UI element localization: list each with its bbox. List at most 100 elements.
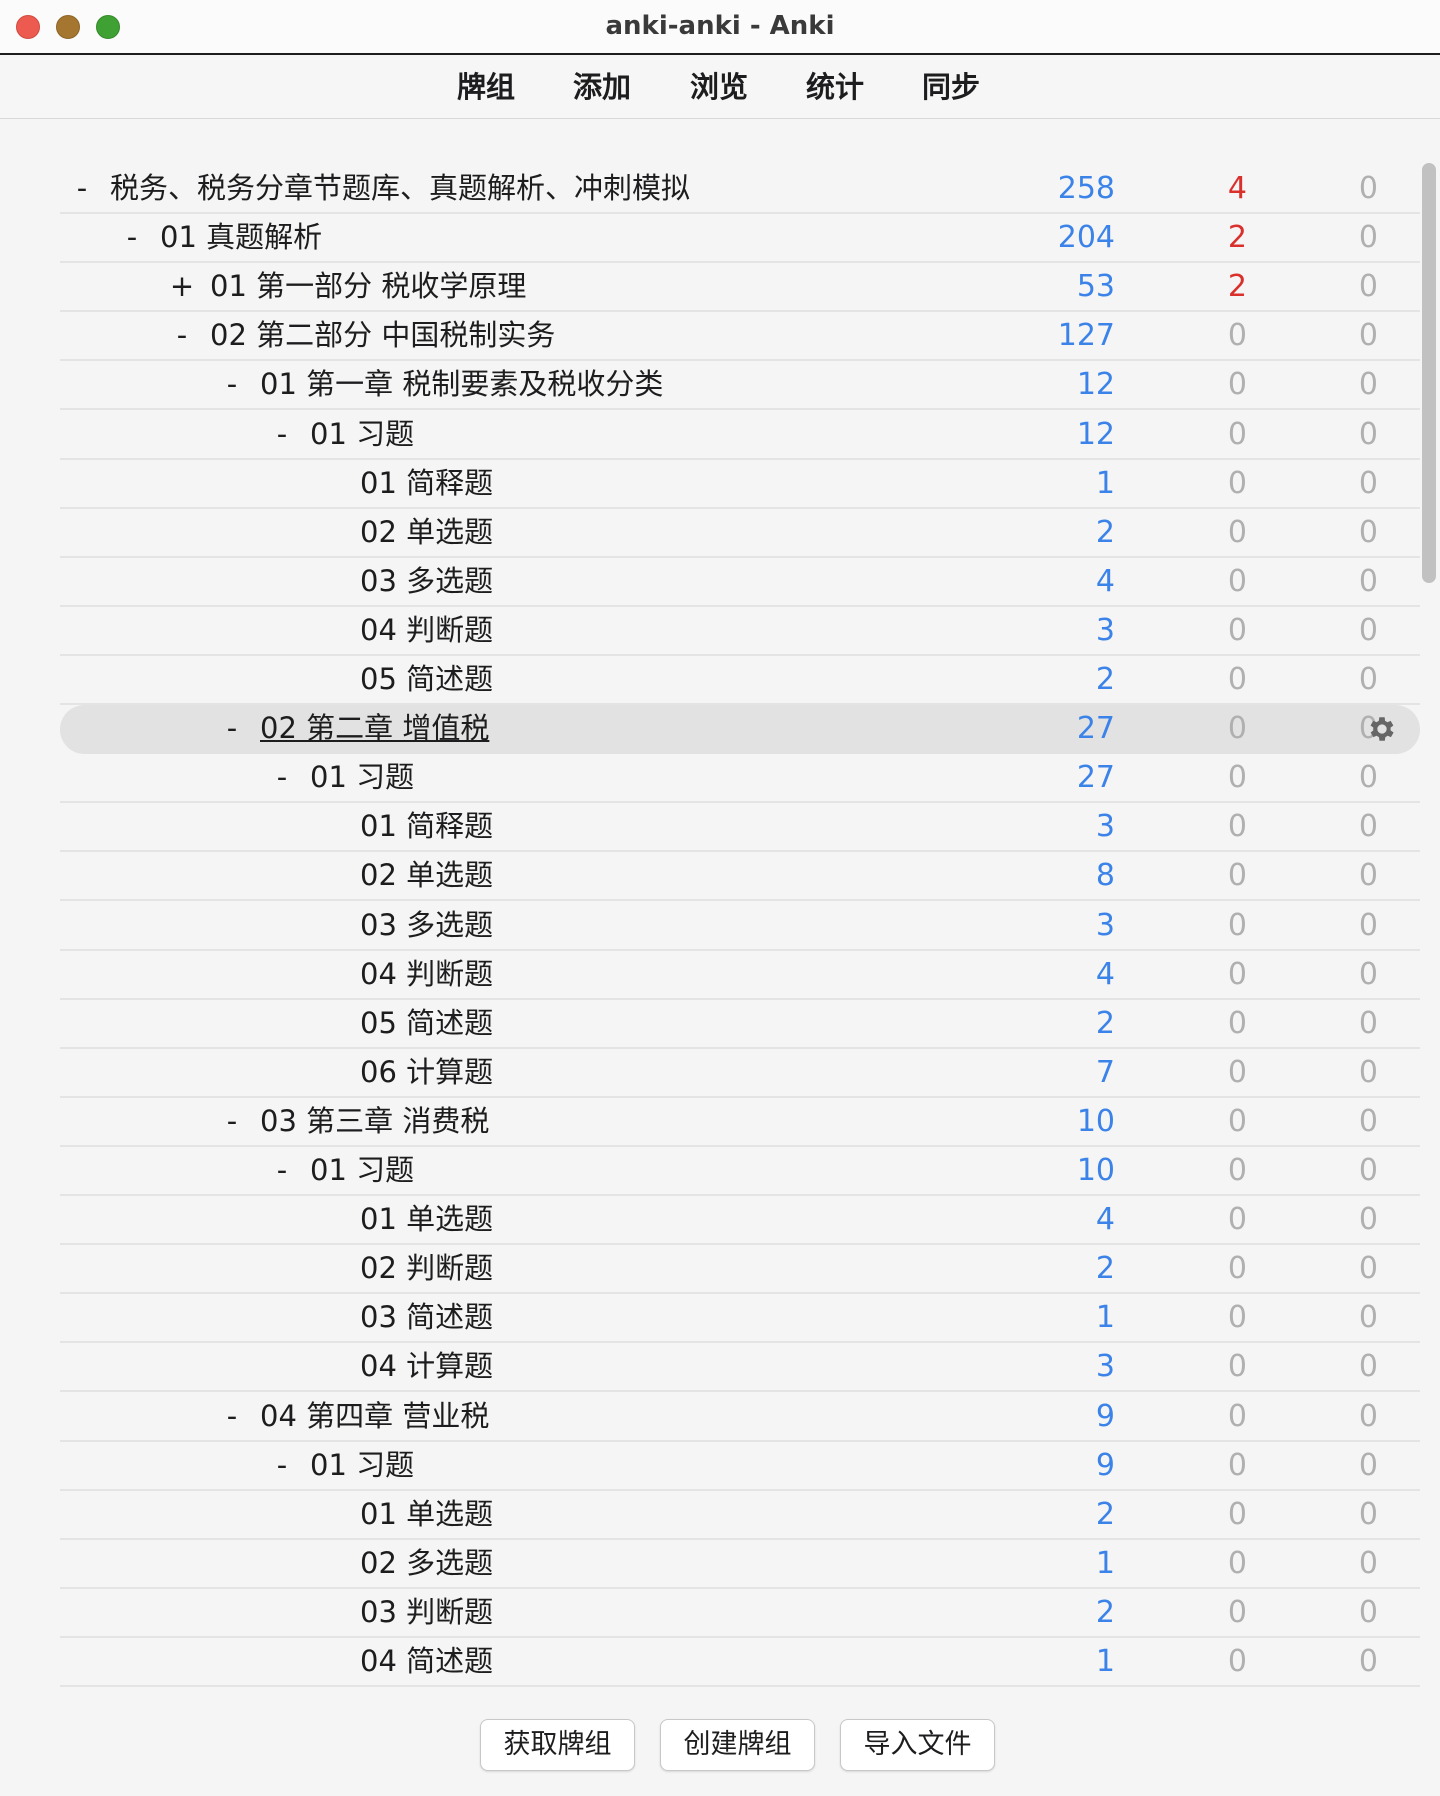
deck-row[interactable]: 03 简述题 1 0 0	[60, 1294, 1420, 1344]
deck-name[interactable]: 01 第一部分 税收学原理	[210, 263, 526, 310]
deck-row[interactable]: 01 单选题 2 0 0	[60, 1491, 1420, 1540]
toolbar-stats[interactable]: 统计	[806, 57, 864, 117]
deck-row[interactable]: 03 多选题 4 0 0	[60, 558, 1420, 607]
deck-name[interactable]: 01 习题	[310, 754, 414, 801]
collapse-toggle[interactable]: -	[267, 754, 297, 801]
learn-count: 0	[1227, 1644, 1247, 1679]
collapse-toggle[interactable]: -	[267, 1442, 297, 1489]
deck-row[interactable]: 02 单选题 8 0 0	[60, 852, 1420, 902]
deck-row[interactable]: 05 简述题 2 0 0	[60, 656, 1420, 705]
deck-row[interactable]: 03 多选题 3 0 0	[60, 902, 1420, 951]
deck-row[interactable]: 03 判断题 2 0 0	[60, 1589, 1420, 1638]
gear-icon[interactable]	[1366, 713, 1398, 745]
review-count: 0	[1358, 1103, 1378, 1139]
toolbar-browse[interactable]: 浏览	[690, 57, 748, 117]
deck-name[interactable]: 04 判断题	[360, 951, 493, 998]
deck-row[interactable]: 02 判断题 2 0 0	[60, 1245, 1420, 1295]
deck-row[interactable]: 04 简述题 1 0 0	[60, 1638, 1420, 1687]
collapse-toggle[interactable]: -	[267, 411, 297, 458]
deck-name[interactable]: 05 计算题	[360, 1687, 493, 1695]
deck-row[interactable]: 05 简述题 2 0 0	[60, 1000, 1420, 1049]
review-count: 0	[1358, 416, 1378, 452]
deck-row[interactable]: 01 简释题 1 0 0	[60, 460, 1420, 509]
collapse-toggle[interactable]: -	[217, 361, 247, 408]
deck-row[interactable]: -01 第一章 税制要素及税收分类 12 0 0	[60, 361, 1420, 411]
deck-row[interactable]: - 税务、税务分章节题库、真题解析、冲刺模拟 258 4 0	[60, 165, 1420, 214]
import-file-button[interactable]: 导入文件	[840, 1719, 995, 1771]
deck-row[interactable]: -01 习题 27 0 0	[60, 754, 1420, 804]
collapse-toggle[interactable]: -	[217, 705, 247, 752]
review-count: 0	[1358, 711, 1378, 747]
deck-name[interactable]: 02 多选题	[360, 1540, 493, 1587]
deck-name[interactable]: 01 简释题	[360, 460, 493, 507]
deck-name[interactable]: 02 判断题	[360, 1245, 493, 1292]
deck-name[interactable]: 02 单选题	[360, 852, 493, 899]
collapse-toggle[interactable]: -	[217, 1393, 247, 1440]
deck-row[interactable]: -01 真题解析 204 2 0	[60, 214, 1420, 264]
deck-name[interactable]: 02 单选题	[360, 509, 493, 556]
learn-count: 0	[1227, 809, 1247, 845]
deck-name[interactable]: 01 习题	[310, 411, 414, 458]
deck-row[interactable]: -01 习题 9 0 0	[60, 1442, 1420, 1491]
deck-row[interactable]: 06 计算题 7 0 0	[60, 1049, 1420, 1098]
deck-name[interactable]: 01 习题	[310, 1147, 414, 1194]
collapse-toggle[interactable]: -	[167, 312, 197, 359]
collapse-toggle[interactable]: -	[267, 1147, 297, 1194]
deck-row[interactable]: 04 计算题 3 0 0	[60, 1343, 1420, 1393]
deck-row-selected[interactable]: -02 第二章 增值税 27 0 0	[60, 705, 1420, 755]
new-count: 4	[1095, 1202, 1115, 1238]
deck-row[interactable]: -01 习题 12 0 0	[60, 411, 1420, 460]
learn-count	[1110, 1687, 1247, 1695]
review-count: 0	[1358, 1349, 1378, 1385]
deck-row[interactable]: +01 第一部分 税收学原理 53 2 0	[60, 263, 1420, 313]
toolbar-decks[interactable]: 牌组	[457, 57, 515, 117]
expand-toggle[interactable]: +	[167, 263, 197, 310]
collapse-toggle[interactable]: -	[67, 165, 97, 212]
deck-name[interactable]: 04 简述题	[360, 1638, 493, 1685]
deck-row[interactable]: -02 第二部分 中国税制实务 127 0 0	[60, 312, 1420, 362]
deck-name[interactable]: 税务、税务分章节题库、真题解析、冲刺模拟	[110, 165, 690, 212]
deck-name[interactable]: 03 多选题	[360, 558, 493, 605]
deck-name[interactable]: 03 第三章 消费税	[260, 1098, 489, 1145]
deck-row[interactable]: -04 第四章 营业税 9 0 0	[60, 1393, 1420, 1442]
collapse-toggle[interactable]: -	[217, 1098, 247, 1145]
deck-row[interactable]: 02 单选题 2 0 0	[60, 509, 1420, 558]
deck-name[interactable]: 03 判断题	[360, 1589, 493, 1636]
collapse-toggle[interactable]: -	[117, 214, 147, 261]
deck-name[interactable]: 03 多选题	[360, 902, 493, 949]
deck-name[interactable]: 01 习题	[310, 1442, 414, 1489]
deck-row[interactable]: 01 单选题 4 0 0	[60, 1196, 1420, 1246]
deck-name[interactable]: 01 简释题	[360, 803, 493, 850]
create-deck-button[interactable]: 创建牌组	[660, 1719, 815, 1771]
toolbar-sync[interactable]: 同步	[922, 57, 980, 117]
deck-name[interactable]: 05 简述题	[360, 656, 493, 703]
deck-name[interactable]: 04 计算题	[360, 1343, 493, 1390]
new-count: 127	[1057, 318, 1115, 354]
new-count: 4	[1095, 956, 1115, 992]
deck-name[interactable]: 01 单选题	[360, 1196, 493, 1243]
deck-row[interactable]: 01 简释题 3 0 0	[60, 803, 1420, 853]
new-count: 2	[1095, 1496, 1115, 1532]
deck-name[interactable]: 04 第四章 营业税	[260, 1393, 489, 1440]
deck-row[interactable]: -01 习题 10 0 0	[60, 1147, 1420, 1196]
deck-name[interactable]: 01 真题解析	[160, 214, 322, 261]
main-toolbar: 牌组 添加 浏览 统计 同步	[0, 57, 1440, 119]
deck-name[interactable]: 01 第一章 税制要素及税收分类	[260, 361, 663, 408]
learn-count: 0	[1227, 1202, 1247, 1238]
deck-name[interactable]: 01 单选题	[360, 1491, 493, 1538]
deck-list-scrollbar[interactable]	[1422, 163, 1436, 583]
learn-count: 0	[1227, 956, 1247, 992]
deck-name[interactable]: 02 第二部分 中国税制实务	[210, 312, 555, 359]
deck-name[interactable]: 05 简述题	[360, 1000, 493, 1047]
toolbar-add[interactable]: 添加	[573, 57, 631, 117]
deck-name[interactable]: 06 计算题	[360, 1049, 493, 1096]
deck-row[interactable]: 04 判断题 4 0 0	[60, 951, 1420, 1000]
deck-name[interactable]: 03 简述题	[360, 1294, 493, 1341]
get-shared-button[interactable]: 获取牌组	[480, 1719, 635, 1771]
deck-row[interactable]: -03 第三章 消费税 10 0 0	[60, 1098, 1420, 1147]
deck-name[interactable]: 02 第二章 增值税	[260, 705, 489, 752]
deck-row[interactable]: 05 计算题	[60, 1687, 1420, 1695]
deck-name[interactable]: 04 判断题	[360, 607, 493, 654]
deck-row[interactable]: 02 多选题 1 0 0	[60, 1540, 1420, 1589]
deck-row[interactable]: 04 判断题 3 0 0	[60, 607, 1420, 656]
